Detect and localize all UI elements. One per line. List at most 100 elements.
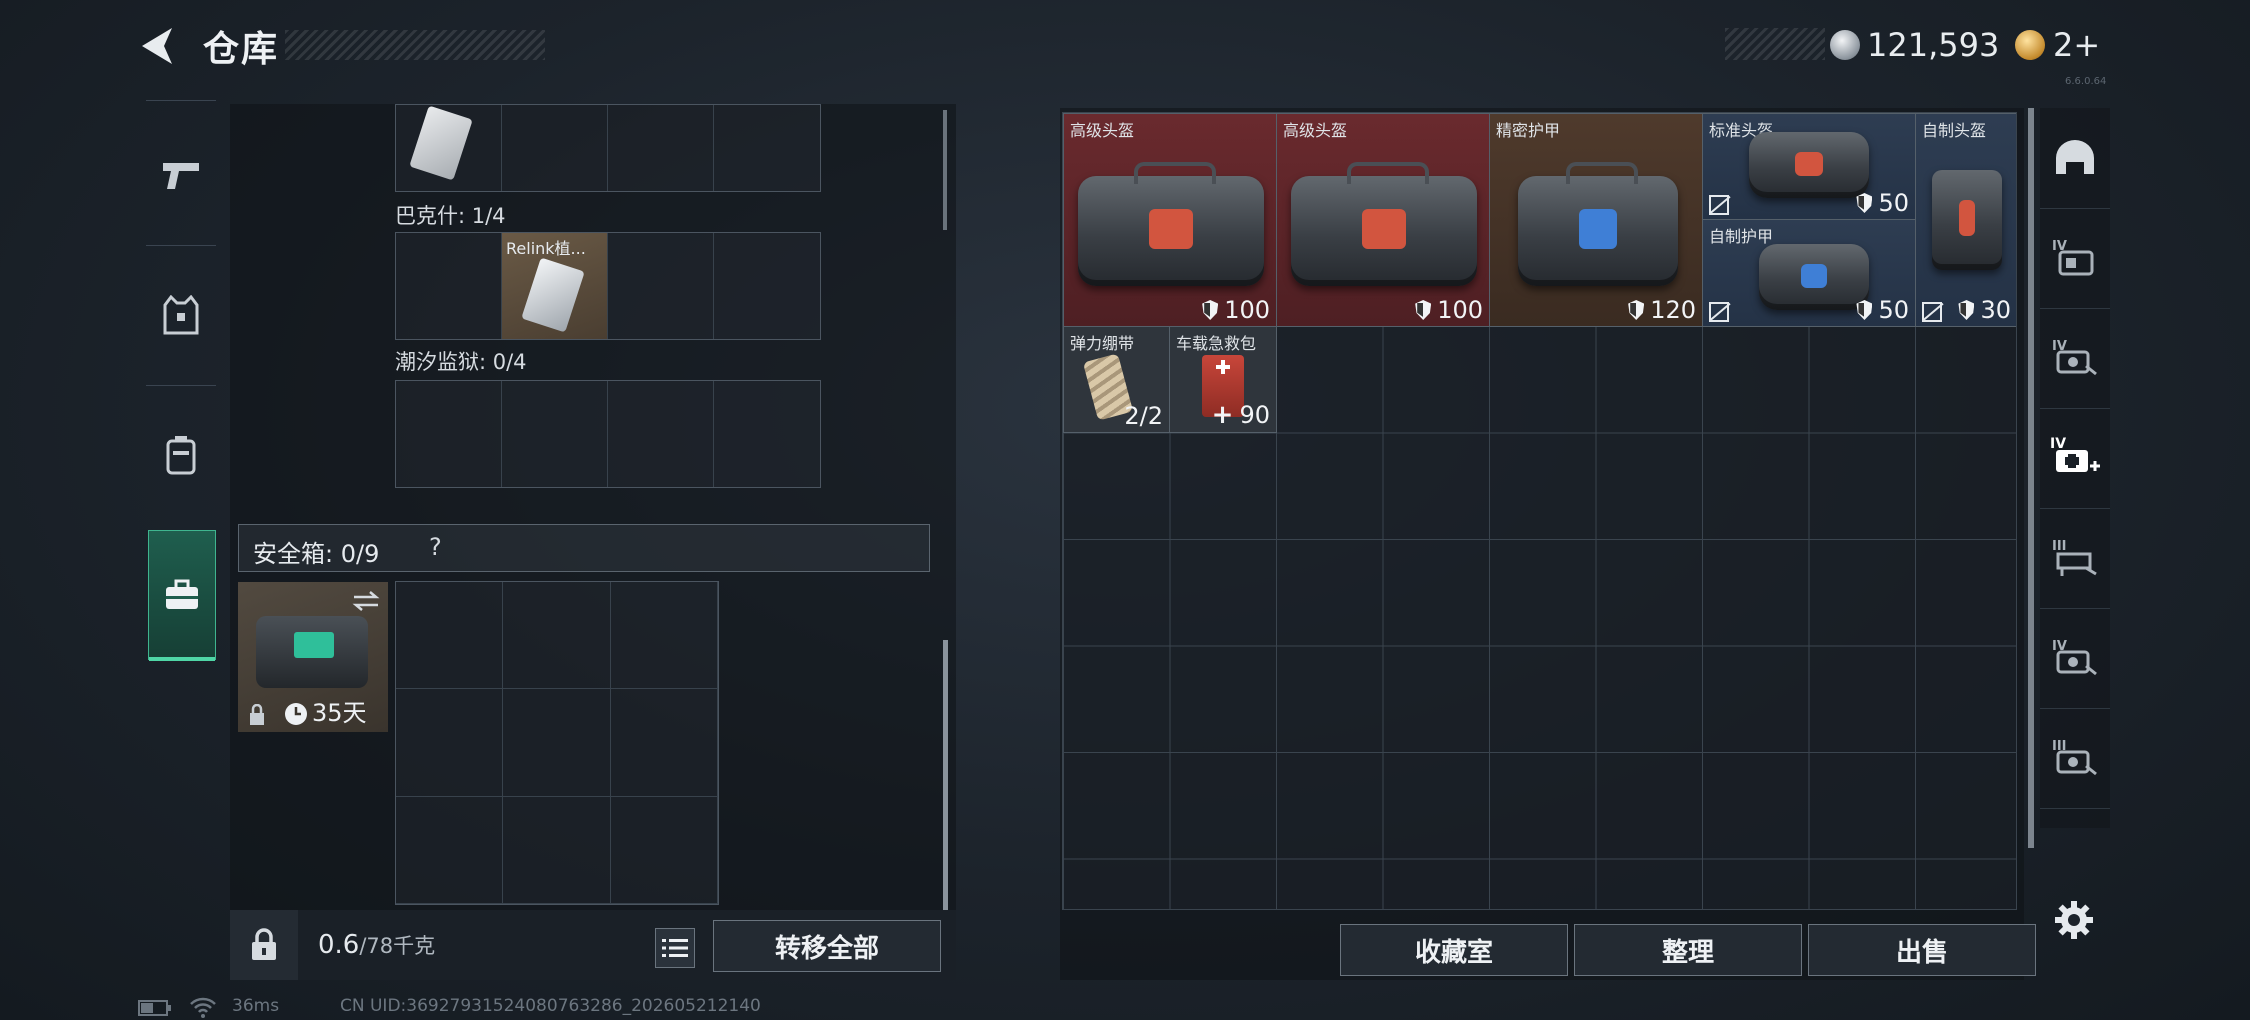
storage-item[interactable]: 自制头盔 30	[1915, 113, 2016, 327]
safe-slot[interactable]	[503, 796, 611, 904]
key-slot[interactable]	[714, 233, 820, 339]
svg-text:III: III	[2052, 539, 2067, 554]
sell-button[interactable]: 出售	[1808, 924, 2036, 976]
vest-icon	[163, 295, 199, 335]
broken-icon	[1709, 195, 1729, 215]
nav-item-weapons[interactable]	[138, 110, 224, 240]
item-name: 弹力绷带	[1070, 334, 1135, 353]
left-scrollbar[interactable]	[943, 640, 948, 910]
latency-text: 36ms	[232, 996, 280, 1016]
rig-icon: III	[2052, 739, 2097, 776]
category-rail: IV IV IV III IV III	[2040, 108, 2110, 828]
helmet-bag-icon	[1291, 162, 1477, 286]
nav-item-gear[interactable]	[138, 250, 224, 380]
key-slots-row: Relink植...	[395, 232, 821, 340]
helmet-bag-icon	[1078, 162, 1264, 286]
nav-item-backpack[interactable]	[138, 390, 224, 520]
key-slot[interactable]	[396, 381, 502, 487]
key-slot[interactable]	[608, 233, 714, 339]
list-icon	[662, 939, 688, 957]
nav-item-secure-container[interactable]	[148, 530, 216, 661]
key-slot[interactable]: Relink植...	[502, 233, 608, 339]
version-text: 6.6.0.64	[2065, 76, 2107, 87]
rail-item-rig-iii[interactable]: III	[2040, 508, 2110, 609]
broken-icon	[1709, 302, 1729, 322]
lock-icon	[252, 928, 276, 960]
list-view-button[interactable]	[655, 928, 695, 968]
back-icon[interactable]	[136, 24, 180, 68]
currency-bar: 121,593 2+	[1725, 26, 2125, 64]
svg-text:IV: IV	[2050, 436, 2066, 452]
key-slot[interactable]	[502, 381, 608, 487]
key-slot[interactable]	[608, 105, 714, 191]
item-name: 高级头盔	[1283, 121, 1348, 140]
safe-box-title: 安全箱: 0/9	[253, 540, 380, 568]
wifi-icon	[190, 997, 216, 1018]
helmet-bag-icon	[1749, 132, 1869, 198]
rail-item-rig-iv[interactable]: IV	[2040, 308, 2110, 409]
inventory-panel: 巴克什: 1/4 Relink植... 潮汐监狱: 0/4 安全箱: 0/9 ?	[230, 104, 956, 980]
item-durability: 100	[1415, 296, 1483, 324]
shield-icon	[1856, 300, 1873, 320]
nav-divider	[146, 100, 216, 101]
collection-room-button[interactable]: 收藏室	[1340, 924, 1568, 976]
safe-box-header: 安全箱: 0/9 ?	[238, 524, 930, 572]
storage-item[interactable]: 高级头盔 100	[1276, 113, 1490, 327]
shield-icon	[1628, 300, 1645, 320]
left-scrollbar-top[interactable]	[943, 110, 947, 230]
item-durability: +90	[1211, 400, 1270, 430]
item-durability: 50	[1856, 189, 1909, 217]
storage-item[interactable]: 精密护甲 120	[1489, 113, 1703, 327]
currency-decoration	[1725, 28, 1825, 60]
storage-grid: 高级头盔 100 高级头盔 100 精密护甲 120 标准头盔 50 自制护甲 …	[1062, 112, 2017, 910]
safe-slot[interactable]	[610, 689, 718, 797]
rail-item-rig-iii-2[interactable]: III	[2040, 708, 2110, 809]
key-slot[interactable]	[502, 105, 608, 191]
help-icon[interactable]: ?	[429, 533, 442, 561]
key-slot[interactable]	[714, 105, 820, 191]
storage-panel: 高级头盔 100 高级头盔 100 精密护甲 120 标准头盔 50 自制护甲 …	[1060, 108, 2036, 980]
storage-item[interactable]: 车载急救包 +90	[1169, 326, 1277, 433]
transfer-all-button[interactable]: 转移全部	[713, 920, 941, 972]
safe-slot[interactable]	[396, 689, 504, 797]
storage-item[interactable]: 自制护甲 50	[1702, 219, 1916, 327]
safe-box-grid	[395, 581, 719, 905]
item-name: 精密护甲	[1496, 121, 1561, 140]
storage-item[interactable]: 弹力绷带 2/2	[1063, 326, 1170, 433]
rail-item-armor-iv[interactable]: IV	[2040, 208, 2110, 309]
item-name: Relink植...	[506, 239, 586, 258]
storage-footer: 收藏室 整理 出售	[1060, 914, 2036, 980]
shield-icon	[1202, 300, 1219, 320]
lock-button[interactable]	[230, 910, 298, 980]
safe-slot[interactable]	[503, 689, 611, 797]
rail-item-helmet[interactable]	[2040, 108, 2110, 209]
inventory-footer: 0.6/78千克 转移全部	[230, 910, 956, 980]
safe-slot[interactable]	[396, 582, 504, 690]
safe-box-card[interactable]: 35天	[238, 582, 388, 732]
gold-amount[interactable]: 2+	[2053, 26, 2100, 64]
armor-bag-icon	[1518, 162, 1678, 286]
storage-scrollbar[interactable]	[2028, 108, 2034, 848]
key-slot[interactable]	[608, 381, 714, 487]
safe-slot[interactable]	[610, 796, 718, 904]
clock-icon	[285, 703, 307, 725]
storage-item[interactable]: 高级头盔 100	[1063, 113, 1277, 327]
nav-divider	[146, 245, 216, 246]
key-slot[interactable]	[396, 233, 502, 339]
rail-item-rig-iv-2[interactable]: IV	[2040, 608, 2110, 709]
broken-icon	[1922, 302, 1942, 322]
safe-slot[interactable]	[503, 582, 611, 690]
swap-icon[interactable]	[352, 590, 380, 612]
key-slot[interactable]	[396, 105, 502, 191]
rail-item-medkit-iv[interactable]: IV	[2040, 408, 2110, 509]
safe-slot[interactable]	[396, 796, 504, 904]
item-quantity: 2/2	[1124, 402, 1163, 430]
safe-slot[interactable]	[610, 582, 718, 690]
key-slot[interactable]	[714, 381, 820, 487]
uid-text: CN UID:36927931524080763286_202605212140	[340, 996, 761, 1016]
nav-divider	[146, 385, 216, 386]
storage-item[interactable]: 标准头盔 50	[1702, 113, 1916, 220]
settings-button[interactable]	[2052, 898, 2096, 942]
shield-icon	[1856, 193, 1873, 213]
organize-button[interactable]: 整理	[1574, 924, 1802, 976]
